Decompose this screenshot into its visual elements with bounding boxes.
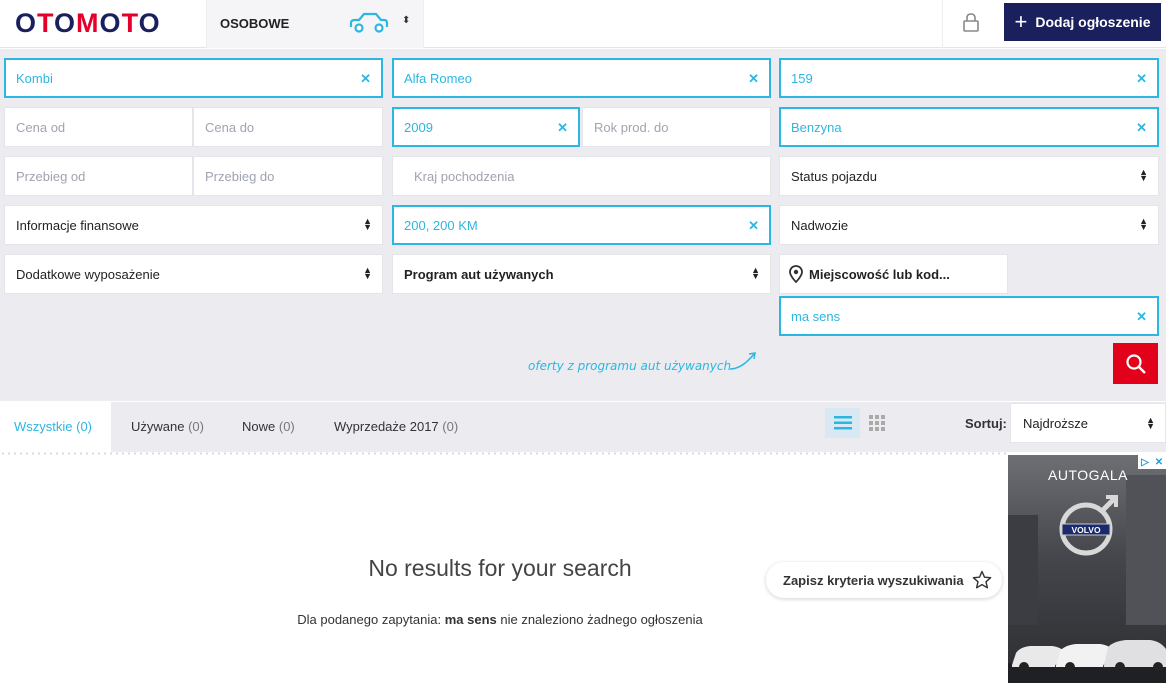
bodywork-select[interactable]: Nadwozie ▲ ▼ xyxy=(779,205,1159,245)
list-icon xyxy=(833,416,852,430)
origin-country-select[interactable]: Kraj pochodzenia xyxy=(392,156,771,196)
tab-used[interactable]: Używane (0) xyxy=(117,402,218,452)
price-from-input[interactable]: Cena od xyxy=(4,107,193,147)
chevron-updown-icon: ▲ ▼ xyxy=(1139,216,1148,232)
used-program-select[interactable]: Program aut używanych ▲ ▼ xyxy=(392,254,771,294)
chevron-updown-icon: ⬍ xyxy=(402,15,411,26)
make-filter[interactable]: Alfa Romeo ✕ xyxy=(392,58,771,98)
header: OTOMOTO OSOBOWE ⬍ + Dodaj ogłoszenie xyxy=(0,0,1166,48)
tab-all[interactable]: Wszystkie (0) xyxy=(0,402,111,452)
ad-building xyxy=(1126,475,1166,625)
ad-controls: ▷ ✕ xyxy=(1138,455,1166,469)
fuel-filter[interactable]: Benzyna ✕ xyxy=(779,107,1159,147)
filters-panel: Kombi ✕ Alfa Romeo ✕ 159 ✕ Cena od Cena do … xyxy=(0,49,1166,401)
chevron-updown-icon: ▲ ▼ xyxy=(363,265,372,281)
no-results-message: Dla podanego zapytania: ma sens nie znal… xyxy=(297,612,703,627)
search-button[interactable] xyxy=(1113,343,1158,384)
clear-icon[interactable]: ✕ xyxy=(1136,120,1147,136)
mileage-to-input[interactable]: Przebieg do xyxy=(193,156,383,196)
tab-new[interactable]: Nowe (0) xyxy=(228,402,309,452)
clear-icon[interactable]: ✕ xyxy=(748,218,759,234)
power-filter[interactable]: 200, 200 KM ✕ xyxy=(392,205,771,245)
search-icon xyxy=(1125,353,1146,374)
user-account-button[interactable] xyxy=(942,0,998,48)
chevron-updown-icon: ▲ ▼ xyxy=(751,265,760,281)
category-label: OSOBOWE xyxy=(220,16,290,31)
otomoto-logo[interactable]: OTOMOTO xyxy=(15,8,161,39)
extra-equipment-select[interactable]: Dodatkowe wyposażenie ▲ ▼ xyxy=(4,254,383,294)
phrase-input[interactable]: ma sens ✕ xyxy=(779,296,1159,336)
tab-sales-2017[interactable]: Wyprzedaże 2017 (0) xyxy=(320,402,472,452)
vehicle-status-select[interactable]: Status pojazdu ▲ ▼ xyxy=(779,156,1159,196)
ad-title: AUTOGALA xyxy=(1048,467,1128,483)
add-listing-button[interactable]: + Dodaj ogłoszenie xyxy=(1004,3,1161,41)
lock-user-icon xyxy=(963,13,979,32)
adchoices-icon[interactable]: ▷ xyxy=(1138,455,1152,469)
chevron-updown-icon: ▲ ▼ xyxy=(1146,415,1155,431)
clear-icon[interactable]: ✕ xyxy=(748,71,759,87)
chevron-updown-icon: ▲ ▼ xyxy=(1139,167,1148,183)
close-icon[interactable]: ✕ xyxy=(1152,455,1166,469)
ad-building xyxy=(1008,515,1038,625)
year-to-input[interactable]: Rok prod. do xyxy=(582,107,771,147)
used-program-hint: oferty z programu aut używanych xyxy=(528,359,732,373)
sort-select[interactable]: Najdroższe ▲ ▼ xyxy=(1010,403,1166,443)
grid-view-button[interactable] xyxy=(866,408,888,438)
clear-icon[interactable]: ✕ xyxy=(1136,309,1147,325)
save-search-button[interactable]: Zapisz kryteria wyszukiwania xyxy=(766,562,1002,598)
model-filter[interactable]: 159 ✕ xyxy=(779,58,1159,98)
list-view-button[interactable] xyxy=(825,408,860,438)
mileage-from-input[interactable]: Przebieg od xyxy=(4,156,193,196)
clear-icon[interactable]: ✕ xyxy=(557,120,568,136)
chevron-updown-icon: ▲ ▼ xyxy=(363,216,372,232)
location-input[interactable]: Miejscowość lub kod... xyxy=(779,254,1008,294)
clear-icon[interactable]: ✕ xyxy=(1136,71,1147,87)
ad-cars-image xyxy=(1008,640,1166,683)
advertisement[interactable]: AUTOGALA ▷ ✕ VOLVO xyxy=(1008,455,1166,683)
plus-icon: + xyxy=(1014,9,1028,34)
hint-arrow-icon xyxy=(729,352,756,370)
financial-info-select[interactable]: Informacje finansowe ▲ ▼ xyxy=(4,205,383,245)
body-type-filter[interactable]: Kombi ✕ xyxy=(4,58,383,98)
ad-brand: VOLVO xyxy=(1071,525,1101,535)
sort-label: Sortuj: xyxy=(965,416,1007,431)
car-icon xyxy=(349,12,389,33)
clear-icon[interactable]: ✕ xyxy=(360,71,371,87)
category-selector[interactable]: OSOBOWE ⬍ xyxy=(206,0,424,48)
volvo-logo: VOLVO xyxy=(1059,495,1118,556)
divider xyxy=(0,452,1008,455)
price-to-input[interactable]: Cena do xyxy=(193,107,383,147)
year-from-filter[interactable]: 2009 ✕ xyxy=(392,107,580,147)
star-icon xyxy=(972,570,991,589)
map-pin-icon xyxy=(789,265,803,283)
grid-icon xyxy=(869,415,885,431)
